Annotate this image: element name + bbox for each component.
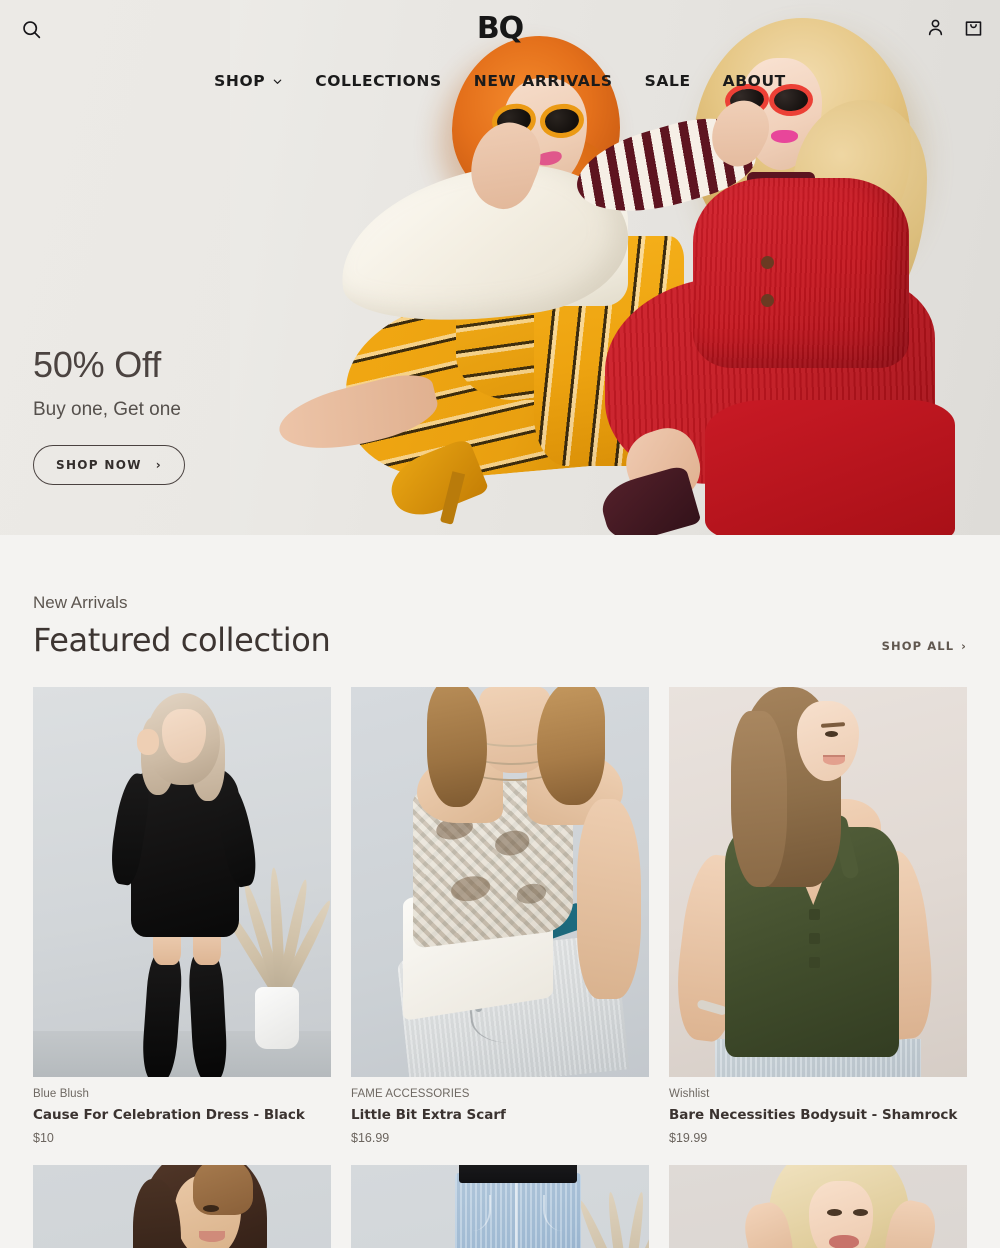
chevron-right-icon: › — [961, 639, 967, 653]
shop-all-label: SHOP ALL — [881, 639, 955, 653]
product-image-cause-for-celebration-dress[interactable] — [33, 687, 331, 1077]
product-title[interactable]: Cause For Celebration Dress - Black — [33, 1107, 331, 1123]
product-vendor: Blue Blush — [33, 1088, 89, 1100]
product-title[interactable]: Little Bit Extra Scarf — [351, 1107, 649, 1123]
product-meta: FAME ACCESSORIES Little Bit Extra Scarf … — [351, 1077, 649, 1145]
product-price: $16.99 — [351, 1131, 390, 1145]
chevron-down-icon — [273, 79, 282, 84]
product-meta: Wishlist Bare Necessities Bodysuit - Sha… — [669, 1077, 967, 1145]
account-icon[interactable] — [925, 17, 946, 38]
nav-item-about[interactable]: ABOUT — [723, 72, 786, 90]
nav-item-sale[interactable]: SALE — [645, 72, 691, 90]
nav-item-shop[interactable]: SHOP — [214, 72, 283, 90]
nav-item-collections[interactable]: COLLECTIONS — [315, 72, 442, 90]
product-card[interactable]: Blue Blush Cause For Celebration Dress -… — [33, 687, 331, 1145]
product-image-bare-necessities-bodysuit[interactable] — [669, 687, 967, 1077]
shopping-bag-icon[interactable] — [963, 16, 984, 38]
product-title[interactable]: Bare Necessities Bodysuit - Shamrock — [669, 1107, 967, 1123]
product-grid: Blue Blush Cause For Celebration Dress -… — [33, 687, 967, 1248]
nav-label-shop: SHOP — [214, 72, 266, 90]
product-image-row2-2[interactable] — [351, 1165, 649, 1248]
product-card[interactable] — [33, 1165, 331, 1248]
product-card[interactable] — [669, 1165, 967, 1248]
product-image-little-bit-extra-scarf[interactable] — [351, 687, 649, 1077]
product-card[interactable]: FAME ACCESSORIES Little Bit Extra Scarf … — [351, 687, 649, 1145]
product-image-row2-1[interactable] — [33, 1165, 331, 1248]
product-card[interactable] — [351, 1165, 649, 1248]
shop-all-link[interactable]: SHOP ALL › — [882, 639, 967, 659]
site-logo[interactable]: BQ — [0, 14, 1000, 44]
product-price: $10 — [33, 1131, 54, 1145]
product-image-row2-3[interactable] — [669, 1165, 967, 1248]
section-header-row: Featured collection SHOP ALL › — [33, 621, 967, 659]
product-price: $19.99 — [669, 1131, 708, 1145]
hero-subtitle: Buy one, Get one — [33, 398, 181, 420]
shop-now-label: SHOP NOW — [56, 457, 142, 472]
featured-collection-section: New Arrivals Featured collection SHOP AL… — [0, 535, 1000, 1248]
product-vendor: FAME ACCESSORIES — [351, 1088, 470, 1100]
product-vendor: Wishlist — [669, 1088, 710, 1100]
section-title: Featured collection — [33, 621, 331, 659]
chevron-right-icon: › — [155, 457, 162, 472]
product-meta: Blue Blush Cause For Celebration Dress -… — [33, 1077, 331, 1145]
header-actions — [925, 16, 984, 38]
hero-copy: 50% Off Buy one, Get one SHOP NOW › — [33, 345, 185, 485]
hero-banner: BQ SHOP COLLECTIONS NEW ARRIVALS SALE AB… — [0, 0, 1000, 535]
product-card[interactable]: Wishlist Bare Necessities Bodysuit - Sha… — [669, 687, 967, 1145]
shop-now-button[interactable]: SHOP NOW › — [33, 444, 185, 485]
main-navigation: SHOP COLLECTIONS NEW ARRIVALS SALE ABOUT — [0, 72, 1000, 90]
site-header: BQ SHOP COLLECTIONS NEW ARRIVALS SALE AB… — [0, 0, 1000, 110]
hero-title: 50% Off — [33, 344, 162, 385]
section-eyebrow: New Arrivals — [33, 593, 128, 612]
nav-item-new-arrivals[interactable]: NEW ARRIVALS — [474, 72, 613, 90]
